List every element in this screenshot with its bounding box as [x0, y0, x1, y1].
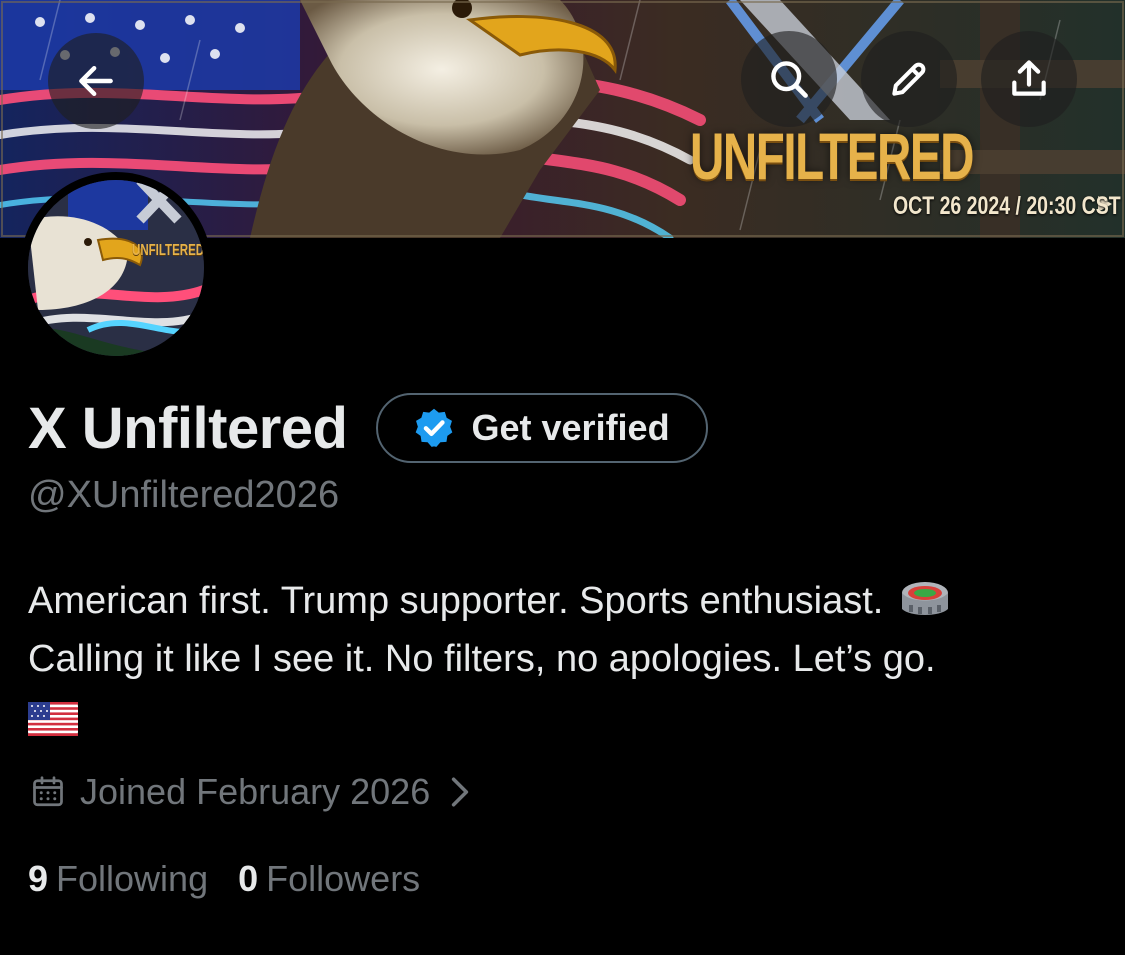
- following-link[interactable]: 9 Following: [28, 858, 208, 900]
- follow-stats: 9 Following 0 Followers: [28, 852, 420, 906]
- calendar-icon: [33, 776, 63, 807]
- search-button[interactable]: [741, 31, 837, 127]
- profile-page: UNFILTERED OCT 26 2024 / 20:30 CST UNFIL…: [0, 0, 1125, 955]
- get-verified-label: Get verified: [471, 407, 670, 448]
- stadium-emoji-icon: [901, 582, 948, 615]
- avatar-label: UNFILTERED: [132, 242, 204, 259]
- followers-count: 0: [238, 858, 259, 899]
- us-flag-emoji-icon: [28, 701, 78, 736]
- user-handle: @XUnfiltered2026: [28, 474, 340, 516]
- bio-line: Calling it like I see it. No filters, no…: [28, 630, 1098, 688]
- share-button[interactable]: [981, 31, 1077, 127]
- joined-date-text: Joined February 2026: [80, 771, 431, 812]
- bio-line: American first. Trump supporter. Sports …: [28, 572, 1098, 630]
- bio-line: [28, 688, 1098, 746]
- display-name: X Unfiltered: [28, 395, 348, 461]
- pencil-icon: [892, 62, 926, 96]
- chevron-right-icon: [452, 777, 469, 807]
- search-icon: [771, 61, 808, 98]
- edit-button[interactable]: [861, 31, 957, 127]
- joined-date-link[interactable]: Joined February 2026: [30, 766, 472, 818]
- name-row: X Unfiltered Get verified: [28, 392, 708, 464]
- following-label: Following: [56, 858, 209, 899]
- followers-label: Followers: [266, 858, 421, 899]
- followers-link[interactable]: 0 Followers: [238, 858, 420, 900]
- share-upload-icon: [1012, 60, 1046, 96]
- avatar-image: UNFILTERED: [28, 180, 204, 356]
- arrow-left-icon: [79, 65, 113, 97]
- verified-badge-icon: [415, 408, 452, 447]
- bio-text: American first. Trump supporter. Sports …: [28, 580, 884, 622]
- avatar-artwork: [28, 180, 204, 356]
- profile-bio: American first. Trump supporter. Sports …: [28, 572, 1098, 746]
- get-verified-button[interactable]: Get verified: [375, 393, 708, 463]
- following-count: 9: [28, 858, 49, 899]
- banner-date: OCT 26 2024 / 20:30 CST: [893, 192, 1121, 220]
- bio-text: Calling it like I see it. No filters, no…: [28, 638, 936, 680]
- avatar[interactable]: UNFILTERED: [20, 172, 212, 364]
- back-button[interactable]: [48, 33, 144, 129]
- banner-title: UNFILTERED: [690, 119, 974, 193]
